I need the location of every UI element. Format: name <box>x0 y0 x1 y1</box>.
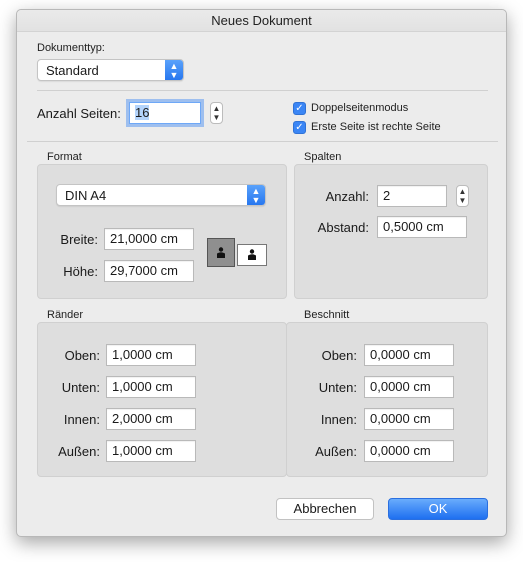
portrait-orientation-button[interactable] <box>207 238 235 267</box>
bleed-outer-input[interactable]: 0,0000 cm <box>364 440 454 462</box>
bleed-inner-input[interactable]: 0,0000 cm <box>364 408 454 430</box>
person-icon <box>248 249 256 260</box>
column-count-label: Anzahl: <box>325 189 369 204</box>
columns-group-title: Spalten <box>304 151 342 163</box>
column-gap-input[interactable]: 0,5000 cm <box>377 216 467 238</box>
doc-type-value: Standard <box>46 63 99 78</box>
bleed-outer-label: Außen: <box>315 444 357 459</box>
margin-outer-label: Außen: <box>58 444 100 459</box>
pages-stepper[interactable]: ▲ ▼ <box>210 102 223 124</box>
double-sided-label: Doppelseitenmodus <box>311 102 409 114</box>
bleed-group-title: Beschnitt <box>304 309 350 321</box>
width-label: Breite: <box>60 232 98 247</box>
landscape-orientation-button[interactable] <box>237 244 267 266</box>
column-gap-label: Abstand: <box>317 220 369 235</box>
format-group: DIN A4 ▲ ▼ Breite: 21,0000 cm Höhe: 29,70… <box>37 164 287 299</box>
pages-input[interactable]: 16 <box>129 102 201 124</box>
pages-value: 16 <box>135 105 150 120</box>
bleed-top-input[interactable]: 0,0000 cm <box>364 344 454 366</box>
window-title: Neues Dokument <box>17 10 506 32</box>
column-count-input[interactable]: 2 <box>377 185 447 207</box>
bleed-top-label: Oben: <box>321 348 357 363</box>
column-count-stepper[interactable]: ▲ ▼ <box>456 185 469 207</box>
margin-bottom-label: Unten: <box>61 380 100 395</box>
width-input[interactable]: 21,0000 cm <box>104 228 194 250</box>
height-label: Höhe: <box>63 264 98 279</box>
bleed-bottom-label: Unten: <box>318 380 357 395</box>
height-input[interactable]: 29,7000 cm <box>104 260 194 282</box>
margin-outer-input[interactable]: 1,0000 cm <box>106 440 196 462</box>
bleed-inner-label: Innen: <box>320 412 357 427</box>
doc-type-label: Dokumenttyp: <box>37 42 105 54</box>
popup-arrows-icon: ▲ ▼ <box>247 185 265 205</box>
first-page-right-checkbox[interactable]: ✓ <box>293 121 306 134</box>
margin-inner-input[interactable]: 2,0000 cm <box>106 408 196 430</box>
doc-type-popup[interactable]: Standard ▲ ▼ <box>37 59 184 81</box>
separator <box>27 141 498 142</box>
bleed-bottom-input[interactable]: 0,0000 cm <box>364 376 454 398</box>
first-page-right-label: Erste Seite ist rechte Seite <box>311 121 441 133</box>
checkmark-icon: ✓ <box>295 103 304 114</box>
margin-top-label: Oben: <box>64 348 100 363</box>
paper-size-value: DIN A4 <box>65 188 107 203</box>
person-icon <box>217 246 225 258</box>
margin-bottom-input[interactable]: 1,0000 cm <box>106 376 196 398</box>
columns-group: Anzahl: 2 ▲ ▼ Abstand: 0,5000 cm <box>294 164 488 299</box>
popup-arrows-icon: ▲ ▼ <box>165 60 183 80</box>
cancel-button[interactable]: Abbrechen <box>276 498 374 520</box>
checkmark-icon: ✓ <box>295 122 304 133</box>
format-group-title: Format <box>47 151 82 163</box>
margins-group-title: Ränder <box>47 309 84 321</box>
margin-inner-label: Innen: <box>63 412 100 427</box>
ok-button[interactable]: OK <box>388 498 488 520</box>
double-sided-checkbox[interactable]: ✓ <box>293 102 306 115</box>
new-document-dialog: Neues Dokument Dokumenttyp: Standard ▲ ▼ … <box>16 9 507 537</box>
margins-group: Oben: 1,0000 cm Unten: 1,0000 cm Innen: … <box>37 322 287 477</box>
pages-label: Anzahl Seiten: <box>37 106 121 121</box>
separator <box>37 90 488 91</box>
paper-size-popup[interactable]: DIN A4 ▲ ▼ <box>56 184 266 206</box>
margin-top-input[interactable]: 1,0000 cm <box>106 344 196 366</box>
bleed-group: Oben: 0,0000 cm Unten: 0,0000 cm Innen: … <box>286 322 488 477</box>
